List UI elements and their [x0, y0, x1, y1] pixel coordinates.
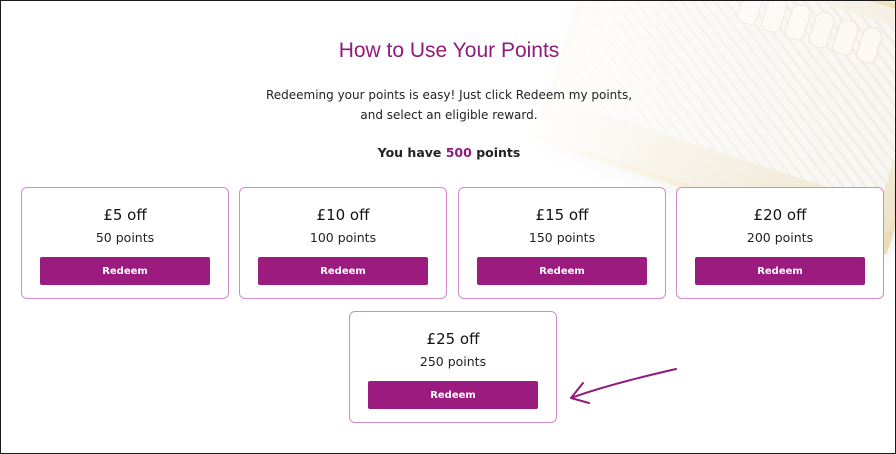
balance-suffix: points	[476, 145, 521, 160]
reward-amount: £20 off	[753, 206, 807, 224]
reward-card: £15 off 150 points Redeem	[458, 187, 666, 299]
instructions-line-1: Redeeming your points is easy! Just clic…	[265, 88, 633, 102]
reward-card: £25 off 250 points Redeem	[349, 311, 557, 423]
reward-points: 150 points	[528, 230, 596, 245]
redeem-button[interactable]: Redeem	[40, 257, 210, 285]
redeem-button[interactable]: Redeem	[258, 257, 428, 285]
hand-drawn-arrow-icon	[570, 368, 677, 404]
page-frame: How to Use Your Points Redeeming your po…	[0, 0, 896, 454]
reward-points: 250 points	[419, 354, 487, 369]
points-balance: You have 500 points	[1, 145, 895, 160]
reward-amount: £25 off	[426, 330, 480, 348]
redeem-button[interactable]: Redeem	[368, 381, 538, 409]
reward-card: £5 off 50 points Redeem	[21, 187, 229, 299]
redeem-button[interactable]: Redeem	[695, 257, 865, 285]
reward-amount: £15 off	[535, 206, 589, 224]
reward-card: £10 off 100 points Redeem	[239, 187, 447, 299]
redeem-button[interactable]: Redeem	[477, 257, 647, 285]
reward-points: 100 points	[309, 230, 377, 245]
balance-value: 500	[445, 145, 472, 160]
instructions-line-2: and select an eligible reward.	[360, 108, 538, 122]
reward-card: £20 off 200 points Redeem	[676, 187, 884, 299]
reward-points: 50 points	[95, 230, 155, 245]
reward-amount: £10 off	[316, 206, 370, 224]
reward-amount: £5 off	[103, 206, 147, 224]
reward-points: 200 points	[746, 230, 814, 245]
instructions: Redeeming your points is easy! Just clic…	[1, 85, 895, 125]
balance-prefix: You have	[377, 145, 442, 160]
page-title: How to Use Your Points	[338, 39, 560, 62]
